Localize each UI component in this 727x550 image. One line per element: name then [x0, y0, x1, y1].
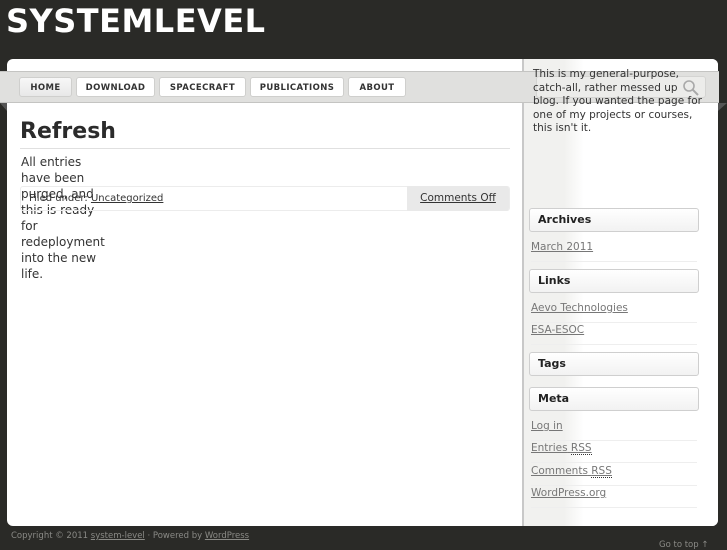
copyright: Copyright © 2011 [11, 531, 89, 541]
filed-under-label: Filed under: [29, 193, 88, 204]
post-meta: Filed under: Uncategorized Comments Off [20, 186, 510, 211]
meta-comments-rss[interactable]: Comments RSS [531, 464, 697, 486]
post-title[interactable]: Refresh [20, 119, 116, 145]
title-divider [20, 148, 510, 149]
archive-link[interactable]: March 2011 [531, 240, 697, 262]
nav-spacecraft[interactable]: SPACECRAFT [159, 77, 246, 97]
comments-status: Comments Off [407, 186, 509, 211]
widget-links-title: Links [529, 269, 699, 293]
comments-label: Comments [531, 465, 588, 477]
site-title[interactable]: SYSTEMLEVEL [6, 1, 266, 41]
powered-by: · Powered by [147, 531, 203, 541]
comments-link[interactable]: Comments Off [420, 192, 496, 204]
meta-wordpress[interactable]: WordPress.org [531, 486, 697, 508]
link-esa-esoc[interactable]: ESA-ESOC [531, 323, 697, 345]
nav-publications[interactable]: PUBLICATIONS [250, 77, 344, 97]
sidebar-intro: This is my general-purpose, catch-all, r… [533, 68, 702, 134]
footer-site-link[interactable]: system-level [91, 531, 145, 541]
nav-corner-right [718, 103, 727, 111]
nav-about[interactable]: ABOUT [348, 77, 406, 97]
widget-tags-title: Tags [529, 352, 699, 376]
link-aevo[interactable]: Aevo Technologies [531, 301, 697, 323]
entries-label: Entries [531, 442, 568, 454]
widget-meta-title: Meta [529, 387, 699, 411]
category-link[interactable]: Uncategorized [91, 193, 163, 204]
filed-under: Filed under: Uncategorized [29, 193, 163, 204]
go-to-top-link[interactable]: Go to top ↑ [659, 540, 708, 550]
nav-corner-left [0, 103, 7, 111]
rss-abbr: RSS [570, 442, 592, 455]
nav-download[interactable]: DOWNLOAD [76, 77, 155, 97]
footer-wordpress-link[interactable]: WordPress [205, 531, 249, 541]
widget-archives-title: Archives [529, 208, 699, 232]
post-body: All entries have been purged, and this i… [21, 155, 105, 281]
rss-abbr: RSS [591, 465, 612, 478]
footer: Copyright © 2011 system-level · Powered … [11, 531, 249, 541]
nav-home[interactable]: HOME [19, 77, 72, 97]
meta-log-in[interactable]: Log in [531, 419, 697, 441]
meta-entries-rss[interactable]: Entries RSS [531, 441, 697, 463]
